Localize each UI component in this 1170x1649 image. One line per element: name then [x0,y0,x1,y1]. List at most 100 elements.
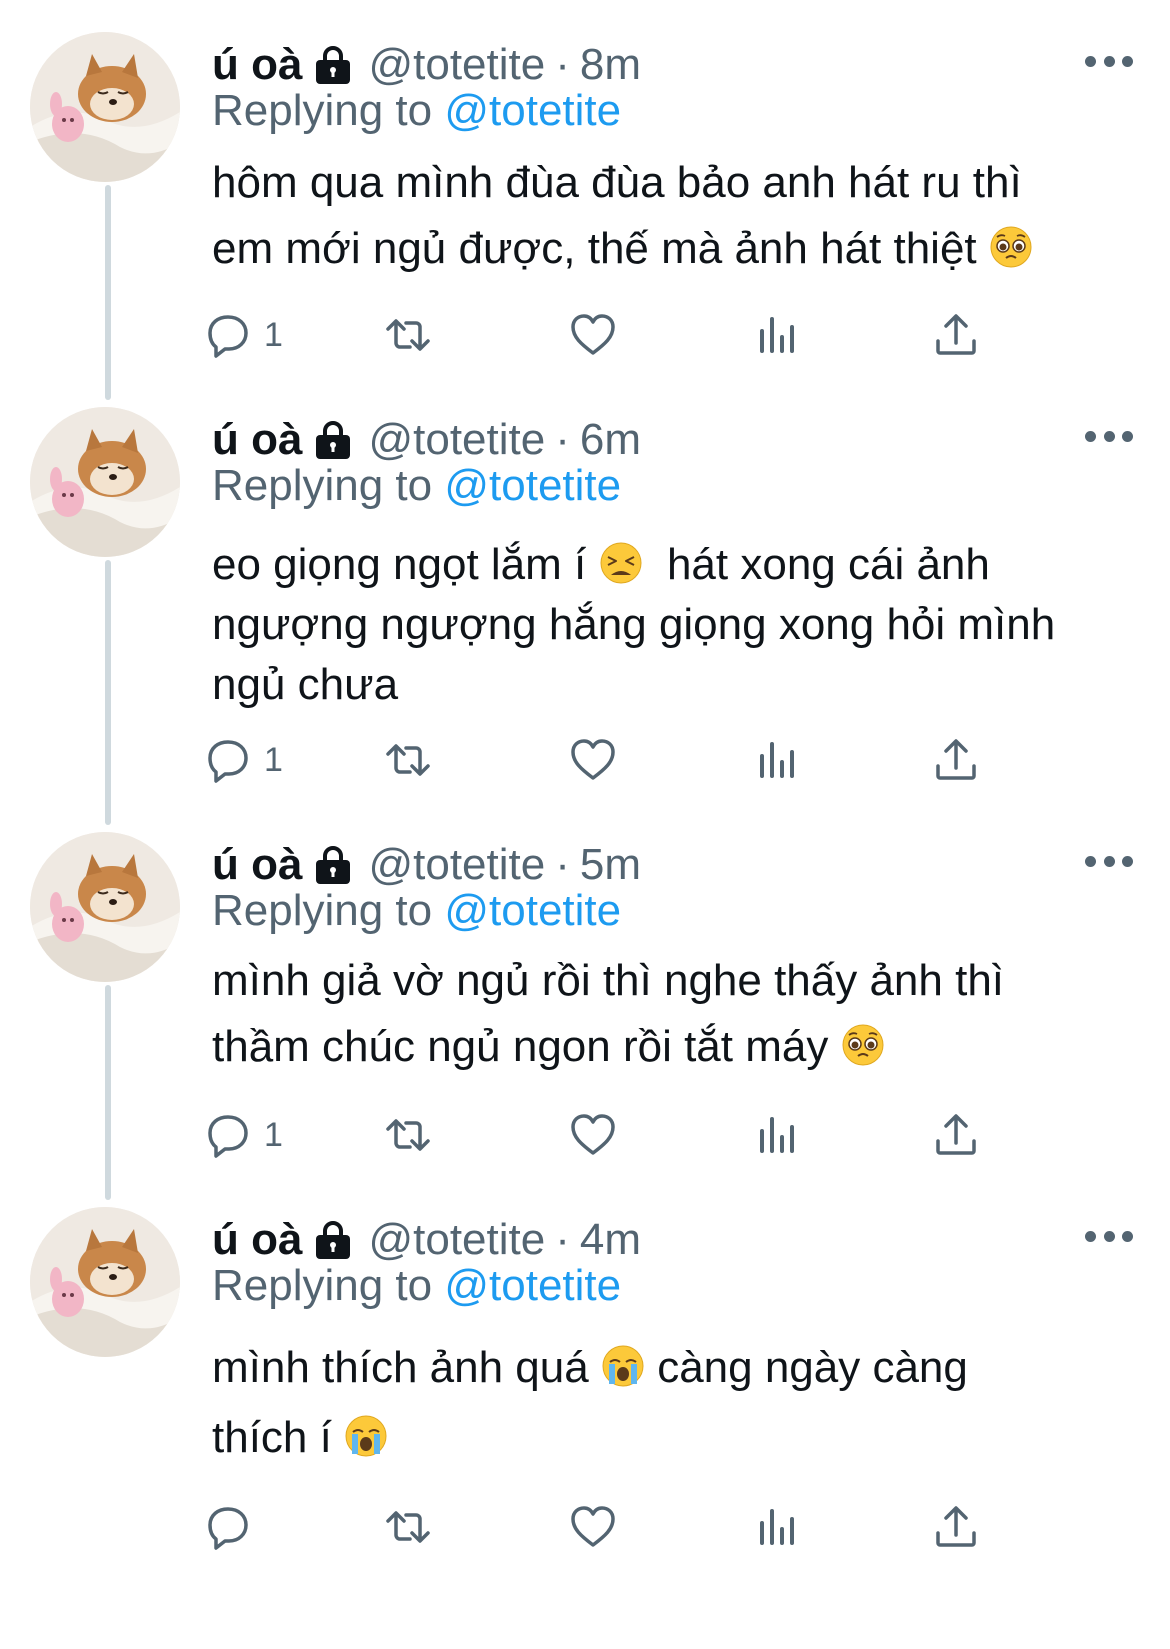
text-line: mình giả vờ ngủ rồi thì nghe thấy ảnh th… [212,956,1005,1005]
lock-icon [314,419,352,461]
retweet-button[interactable] [382,305,434,365]
like-icon [567,1109,619,1161]
reply-count: 1 [264,1115,283,1154]
text-line: mình thích ảnh quá càng ngày càng [212,1343,968,1392]
user-handle[interactable]: @totetite [368,1215,545,1265]
mention-link[interactable]: @totetite [444,886,621,935]
reply-button[interactable]: 1 [202,305,283,365]
retweet-button[interactable] [382,1497,434,1557]
action-bar: 1 [212,730,1032,790]
retweet-button[interactable] [382,1105,434,1165]
text-line: thầm chúc ngủ ngon rồi tắt máy [212,1014,1142,1080]
mention-link[interactable]: @totetite [444,86,621,135]
separator-dot: · [555,1215,570,1264]
reply-count: 1 [264,740,283,779]
separator-dot: · [555,840,570,889]
like-button[interactable] [567,1497,619,1557]
display-name[interactable]: ú oà [212,1215,302,1265]
mention-link[interactable]: @totetite [444,1261,621,1310]
replying-to: Replying to @totetite [212,461,621,511]
timestamp[interactable]: 8m [580,40,641,90]
pleading-face-emoji [989,225,1033,269]
tweet[interactable]: ú oà @totetite · 6m Replying to @totetit… [0,405,1170,825]
user-handle[interactable]: @totetite [368,40,545,90]
tweet[interactable]: ú oà @totetite · 4m Replying to @totetit… [0,1205,1170,1645]
views-button[interactable] [752,1105,804,1165]
lock-icon [314,44,352,86]
retweet-icon [382,309,434,361]
retweet-button[interactable] [382,730,434,790]
action-bar: 1 [212,1105,1032,1165]
text-line: hôm qua mình đùa đùa bảo anh hát ru thì [212,158,1022,207]
retweet-icon [382,1501,434,1553]
share-icon [930,309,982,361]
like-icon [567,309,619,361]
loudly-crying-face-emoji [344,1414,388,1458]
lock-icon [314,844,352,886]
text-line: eo giọng ngọt lắm í hát xong cái ảnh [212,540,990,589]
lock-icon [314,1219,352,1261]
reply-button[interactable] [202,1497,264,1557]
avatar[interactable] [30,1207,180,1357]
reply-icon [202,734,254,786]
tired-face-emoji [599,541,643,585]
action-bar [212,1497,1032,1557]
mention-link[interactable]: @totetite [444,461,621,510]
replying-to: Replying to @totetite [212,886,621,936]
display-name[interactable]: ú oà [212,840,302,890]
share-button[interactable] [930,1497,982,1557]
text-line: ngượng ngượng hắng giọng xong hỏi mình [212,600,1056,649]
more-icon[interactable] [1085,1223,1133,1249]
timestamp[interactable]: 6m [580,415,641,465]
tweet[interactable]: ú oà @totetite · 8m Replying to @totetit… [0,30,1170,390]
replying-to-label: Replying to [212,1261,433,1310]
reply-button[interactable]: 1 [202,1105,283,1165]
views-button[interactable] [752,305,804,365]
loudly-crying-face-emoji [601,1344,645,1388]
share-button[interactable] [930,730,982,790]
text-line: em mới ngủ được, thế mà ảnh hát thiệt [212,216,1142,282]
like-button[interactable] [567,305,619,365]
views-icon [752,1109,804,1161]
share-button[interactable] [930,305,982,365]
views-icon [752,309,804,361]
more-icon[interactable] [1085,848,1133,874]
tweet-text: mình giả vờ ngủ rồi thì nghe thấy ảnh th… [212,948,1142,1080]
views-button[interactable] [752,730,804,790]
avatar[interactable] [30,407,180,557]
tweet-text: hôm qua mình đùa đùa bảo anh hát ru thì … [212,150,1142,282]
user-handle[interactable]: @totetite [368,840,545,890]
replying-to: Replying to @totetite [212,86,621,136]
tweet-text: mình thích ảnh quá càng ngày càng thích … [212,1333,1142,1473]
share-icon [930,1501,982,1553]
user-handle[interactable]: @totetite [368,415,545,465]
reply-button[interactable]: 1 [202,730,283,790]
views-icon [752,1501,804,1553]
replying-to-label: Replying to [212,86,433,135]
display-name[interactable]: ú oà [212,40,302,90]
more-icon[interactable] [1085,48,1133,74]
like-button[interactable] [567,1105,619,1165]
reply-icon [202,309,254,361]
display-name[interactable]: ú oà [212,415,302,465]
views-button[interactable] [752,1497,804,1557]
separator-dot: · [555,415,570,464]
timestamp[interactable]: 4m [580,1215,641,1265]
share-button[interactable] [930,1105,982,1165]
timestamp[interactable]: 5m [580,840,641,890]
avatar[interactable] [30,832,180,982]
like-icon [567,1501,619,1553]
more-icon[interactable] [1085,423,1133,449]
tweet-text: eo giọng ngọt lắm í hát xong cái ảnh ngư… [212,535,1142,715]
replying-to-label: Replying to [212,461,433,510]
tweet[interactable]: ú oà @totetite · 5m Replying to @totetit… [0,830,1170,1200]
text-line: thích í [212,1403,1142,1473]
views-icon [752,734,804,786]
like-icon [567,734,619,786]
like-button[interactable] [567,730,619,790]
action-bar: 1 [212,305,1032,365]
reply-icon [202,1109,254,1161]
pleading-face-emoji [841,1023,885,1067]
avatar[interactable] [30,32,180,182]
share-icon [930,1109,982,1161]
